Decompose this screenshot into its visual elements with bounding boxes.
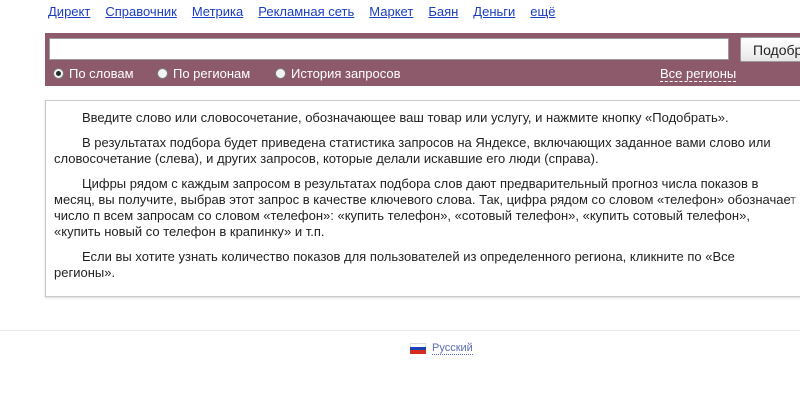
nav-link-ad-network[interactable]: Рекламная сеть [258,4,354,19]
search-input[interactable] [49,38,729,60]
radio-checked-icon[interactable] [53,68,64,79]
top-navigation: Директ Справочник Метрика Рекламная сеть Мар… [48,4,570,19]
search-panel: Подобрать По словам По регионам История … [45,33,800,86]
russia-flag-icon [410,343,426,354]
help-paragraph: Введите слово или словосочетание, обозна… [82,110,729,125]
mode-by-words[interactable]: По словам [53,66,134,81]
help-paragraph: Цифры рядом с каждым запросом в результа… [54,176,797,239]
nav-link-market[interactable]: Маркет [369,4,413,19]
nav-link-money[interactable]: Деньги [473,4,515,19]
nav-link-bayan[interactable]: Баян [428,4,458,19]
radio-unchecked-icon[interactable] [275,68,286,79]
pick-button[interactable]: Подобрать [740,37,800,62]
mode-query-history-label: История запросов [291,66,401,81]
nav-link-direct[interactable]: Директ [48,4,90,19]
help-paragraph: В результатах подбора будет приведена ст… [54,135,771,166]
radio-unchecked-icon[interactable] [157,68,168,79]
nav-link-metrika[interactable]: Метрика [192,4,243,19]
help-paragraph: Если вы хотите узнать количество показов… [54,249,735,280]
help-panel: Введите слово или словосочетание, обозна… [45,100,800,297]
nav-link-more[interactable]: ещё [530,4,555,19]
language-switcher: Русский [410,342,473,355]
mode-query-history[interactable]: История запросов [275,66,401,81]
nav-link-handbook[interactable]: Справочник [105,4,177,19]
language-link[interactable]: Русский [432,342,473,355]
all-regions-link[interactable]: Все регионы [660,67,737,82]
mode-by-regions[interactable]: По регионам [157,66,250,81]
mode-by-words-label: По словам [69,66,134,81]
overflow-fade [790,101,800,296]
footer-divider [0,330,800,331]
help-text: Введите слово или словосочетание, обозна… [54,110,799,290]
mode-by-regions-label: По регионам [173,66,251,81]
